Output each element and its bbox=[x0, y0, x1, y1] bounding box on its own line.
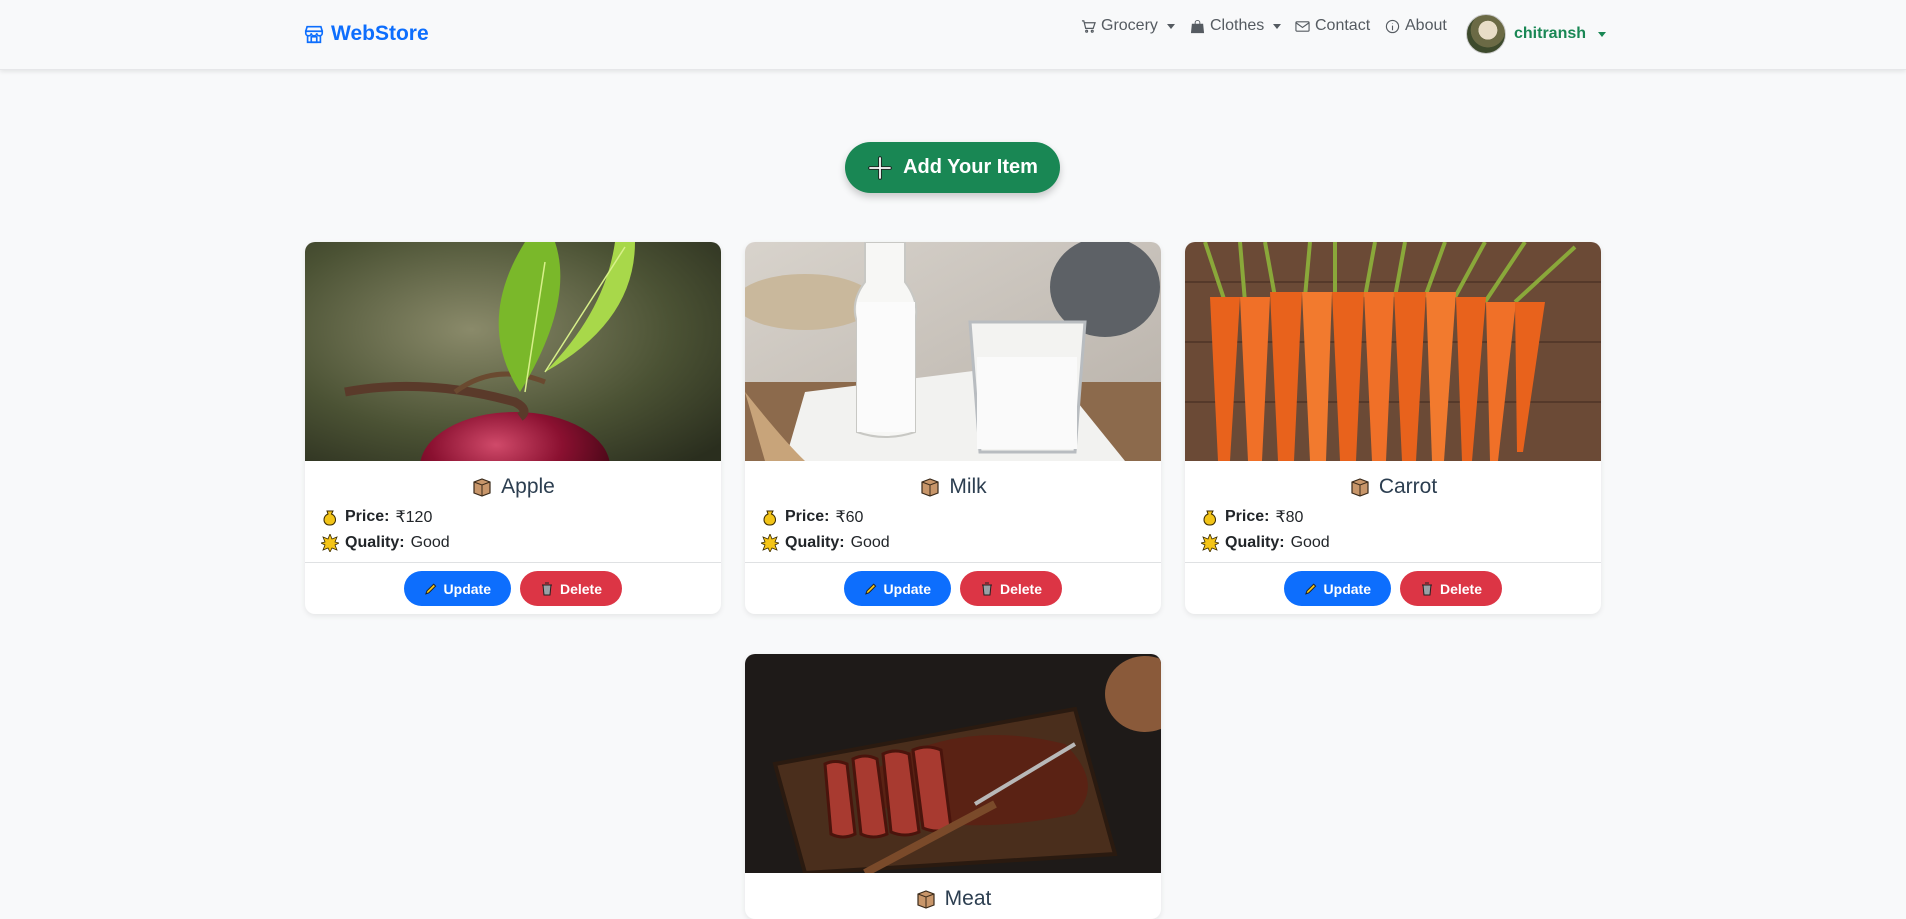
product-quality: Quality: Good bbox=[761, 534, 1145, 552]
delete-button[interactable]: Delete bbox=[520, 571, 622, 606]
shop-icon bbox=[304, 25, 324, 44]
trash-icon bbox=[541, 582, 552, 595]
chevron-down-icon bbox=[1598, 31, 1607, 37]
chevron-down-icon bbox=[1273, 23, 1282, 29]
product-card: Carrot Price: ₹80 Quality: Good Update D… bbox=[1185, 242, 1601, 614]
update-button[interactable]: Update bbox=[1284, 571, 1391, 606]
navbar: WebStore Grocery Clothes Contact About c… bbox=[0, 0, 1906, 70]
delete-label: Delete bbox=[999, 580, 1042, 597]
product-quality: Quality: Good bbox=[1201, 534, 1585, 552]
user-name: chitransh bbox=[1514, 25, 1587, 42]
bag-icon bbox=[1190, 19, 1205, 33]
update-button[interactable]: Update bbox=[404, 571, 511, 606]
delete-label: Delete bbox=[1439, 580, 1482, 597]
product-title: Milk bbox=[761, 475, 1145, 499]
delete-button[interactable]: Delete bbox=[960, 571, 1062, 606]
update-label: Update bbox=[1323, 580, 1371, 597]
product-image bbox=[745, 242, 1161, 461]
brand-link[interactable]: WebStore bbox=[303, 22, 429, 46]
add-item-button[interactable]: Add Your Item bbox=[845, 142, 1060, 193]
quality-label: Quality: bbox=[1225, 534, 1285, 551]
product-name: Carrot bbox=[1378, 475, 1438, 498]
nav-about-link[interactable]: About bbox=[1385, 17, 1447, 35]
plus-icon bbox=[868, 155, 892, 180]
user-menu-dropdown[interactable]: chitransh bbox=[1466, 14, 1607, 54]
pencil-icon bbox=[1305, 582, 1317, 595]
pencil-icon bbox=[865, 582, 877, 595]
nav-contact-label: Contact bbox=[1315, 17, 1371, 34]
quality-value: Good bbox=[1290, 534, 1330, 551]
card-actions: Update Delete bbox=[745, 562, 1161, 614]
delete-label: Delete bbox=[559, 580, 602, 597]
nav-grocery-label: Grocery bbox=[1101, 17, 1158, 34]
nav-clothes-label: Clothes bbox=[1210, 17, 1265, 34]
nav-contact-link[interactable]: Contact bbox=[1295, 17, 1370, 35]
package-icon bbox=[921, 478, 939, 497]
price-label: Price: bbox=[785, 508, 830, 525]
brand-name: WebStore bbox=[331, 22, 429, 45]
quality-value: Good bbox=[410, 534, 450, 551]
product-price: Price: ₹80 bbox=[1201, 507, 1585, 527]
product-price: Price: ₹60 bbox=[761, 507, 1145, 527]
trash-icon bbox=[1421, 582, 1432, 595]
product-name: Milk bbox=[949, 475, 987, 498]
product-name: Meat bbox=[944, 887, 992, 910]
card-actions: Update Delete bbox=[305, 562, 721, 614]
update-label: Update bbox=[883, 580, 931, 597]
product-name: Apple bbox=[501, 475, 555, 498]
product-image bbox=[745, 654, 1161, 873]
update-button[interactable]: Update bbox=[844, 571, 951, 606]
envelope-icon bbox=[1295, 20, 1310, 32]
money-bag-icon bbox=[323, 510, 336, 526]
cart-icon bbox=[1081, 19, 1096, 33]
avatar bbox=[1466, 14, 1506, 54]
chevron-down-icon bbox=[1166, 23, 1175, 29]
product-price: Price: ₹120 bbox=[321, 507, 705, 527]
package-icon bbox=[917, 890, 935, 909]
product-title: Meat bbox=[761, 887, 1145, 911]
card-actions: Update Delete bbox=[1185, 562, 1601, 614]
product-title: Apple bbox=[321, 475, 705, 499]
product-image bbox=[1185, 242, 1601, 461]
nav-about-label: About bbox=[1405, 17, 1447, 34]
info-icon bbox=[1385, 19, 1400, 33]
nav-clothes-dropdown[interactable]: Clothes bbox=[1190, 17, 1282, 35]
quality-label: Quality: bbox=[785, 534, 845, 551]
package-icon bbox=[1351, 478, 1369, 497]
product-quality: Quality: Good bbox=[321, 534, 705, 552]
price-value: ₹120 bbox=[395, 509, 433, 526]
package-icon bbox=[473, 478, 491, 497]
nav-grocery-dropdown[interactable]: Grocery bbox=[1081, 17, 1175, 35]
money-bag-icon bbox=[1203, 510, 1216, 526]
money-bag-icon bbox=[763, 510, 776, 526]
price-label: Price: bbox=[345, 508, 390, 525]
price-value: ₹80 bbox=[1275, 509, 1304, 526]
sparkle-icon bbox=[761, 534, 779, 552]
product-image bbox=[305, 242, 721, 461]
product-card: Meat bbox=[745, 654, 1161, 919]
price-label: Price: bbox=[1225, 508, 1270, 525]
product-card: Milk Price: ₹60 Quality: Good Update Del… bbox=[745, 242, 1161, 614]
product-card: Apple Price: ₹120 Quality: Good Update D… bbox=[305, 242, 721, 614]
pencil-icon bbox=[425, 582, 437, 595]
quality-value: Good bbox=[850, 534, 890, 551]
quality-label: Quality: bbox=[345, 534, 405, 551]
price-value: ₹60 bbox=[835, 509, 864, 526]
product-title: Carrot bbox=[1201, 475, 1585, 499]
update-label: Update bbox=[443, 580, 491, 597]
delete-button[interactable]: Delete bbox=[1400, 571, 1502, 606]
sparkle-icon bbox=[1201, 534, 1219, 552]
trash-icon bbox=[981, 582, 992, 595]
sparkle-icon bbox=[321, 534, 339, 552]
add-item-label: Add Your Item bbox=[903, 156, 1038, 178]
